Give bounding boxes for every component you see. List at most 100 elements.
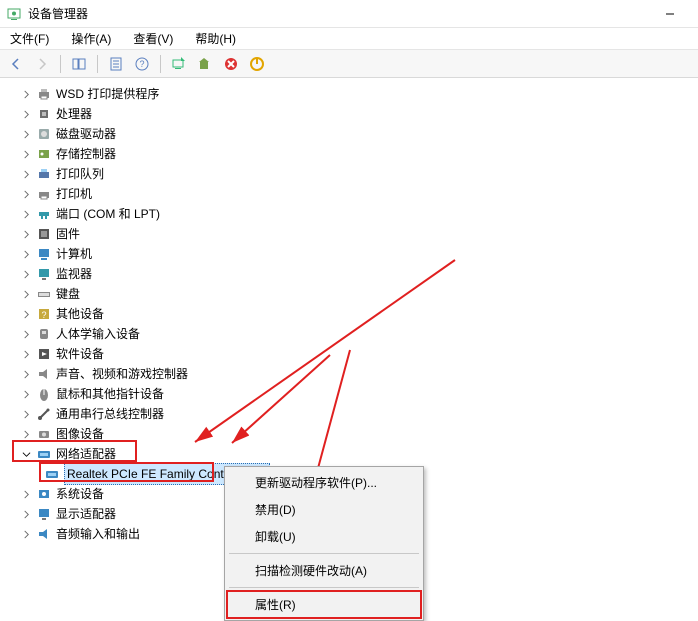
tree-node[interactable]: 固件 — [20, 224, 698, 244]
tree-node[interactable]: 存储控制器 — [20, 144, 698, 164]
chevron-right-icon[interactable] — [20, 528, 32, 540]
mouse-icon — [36, 386, 52, 402]
chevron-right-icon[interactable] — [20, 388, 32, 400]
toolbar-disable-button[interactable] — [245, 53, 269, 75]
tree-node-label: 声音、视频和游戏控制器 — [56, 364, 188, 384]
tree-node[interactable]: 端口 (COM 和 LPT) — [20, 204, 698, 224]
tree-node[interactable]: 打印机 — [20, 184, 698, 204]
tree-node[interactable]: 软件设备 — [20, 344, 698, 364]
computer-icon — [36, 246, 52, 262]
chevron-right-icon[interactable] — [20, 368, 32, 380]
toolbar-show-hide-button[interactable] — [67, 53, 91, 75]
tree-node[interactable]: ?其他设备 — [20, 304, 698, 324]
tree-node-label: 显示适配器 — [56, 504, 116, 524]
tree-node[interactable]: 鼠标和其他指针设备 — [20, 384, 698, 404]
chevron-right-icon[interactable] — [20, 268, 32, 280]
storage-icon — [36, 146, 52, 162]
toolbar-scan-button[interactable] — [167, 53, 191, 75]
toolbar: ? — [0, 50, 698, 78]
toolbar-properties-button[interactable] — [104, 53, 128, 75]
printqueue-icon — [36, 166, 52, 182]
toolbar-help-button[interactable]: ? — [130, 53, 154, 75]
tree-node[interactable]: 键盘 — [20, 284, 698, 304]
ctx-uninstall[interactable]: 卸载(U) — [227, 523, 421, 550]
app-icon — [6, 6, 22, 22]
chevron-right-icon[interactable] — [20, 88, 32, 100]
tree-node[interactable]: WSD 打印提供程序 — [20, 84, 698, 104]
tree-node-label: 鼠标和其他指针设备 — [56, 384, 164, 404]
menu-file[interactable]: 文件(F) — [6, 28, 53, 49]
tree-node-label: 其他设备 — [56, 304, 104, 324]
imaging-icon — [36, 426, 52, 442]
printer-icon — [36, 86, 52, 102]
tree-node[interactable]: 声音、视频和游戏控制器 — [20, 364, 698, 384]
chevron-right-icon[interactable] — [20, 188, 32, 200]
tree-node[interactable]: 人体学输入设备 — [20, 324, 698, 344]
toolbar-separator — [60, 55, 61, 73]
chevron-right-icon[interactable] — [20, 308, 32, 320]
toolbar-separator — [97, 55, 98, 73]
tree-node[interactable]: 磁盘驱动器 — [20, 124, 698, 144]
tree-node-label: 人体学输入设备 — [56, 324, 140, 344]
port-icon — [36, 206, 52, 222]
chevron-right-icon[interactable] — [20, 328, 32, 340]
toolbar-uninstall-button[interactable] — [219, 53, 243, 75]
cpu-icon — [36, 106, 52, 122]
menu-action[interactable]: 操作(A) — [67, 28, 115, 49]
tree-node-label: 音频输入和输出 — [56, 524, 140, 544]
toolbar-forward-button[interactable] — [30, 53, 54, 75]
tree-node[interactable]: 图像设备 — [20, 424, 698, 444]
chevron-right-icon[interactable] — [20, 108, 32, 120]
chevron-right-icon[interactable] — [20, 428, 32, 440]
display-icon — [36, 506, 52, 522]
tree-node-label: 软件设备 — [56, 344, 104, 364]
ctx-separator — [229, 587, 419, 588]
chevron-right-icon[interactable] — [20, 508, 32, 520]
tree-node-label: 网络适配器 — [56, 444, 116, 464]
chevron-right-icon[interactable] — [20, 288, 32, 300]
tree-node-label: 系统设备 — [56, 484, 104, 504]
chevron-right-icon[interactable] — [20, 148, 32, 160]
tree-node[interactable]: 打印队列 — [20, 164, 698, 184]
minimize-button[interactable] — [648, 0, 692, 28]
chevron-right-icon[interactable] — [20, 348, 32, 360]
audio-icon — [36, 366, 52, 382]
toolbar-separator — [160, 55, 161, 73]
chevron-right-icon[interactable] — [20, 208, 32, 220]
tree-node-label: WSD 打印提供程序 — [56, 84, 159, 104]
chevron-right-icon[interactable] — [20, 228, 32, 240]
chevron-right-icon[interactable] — [20, 168, 32, 180]
ctx-scan[interactable]: 扫描检测硬件改动(A) — [227, 557, 421, 584]
toolbar-back-button[interactable] — [4, 53, 28, 75]
ctx-disable[interactable]: 禁用(D) — [227, 496, 421, 523]
tree-node-network-adapter[interactable]: 网络适配器 — [20, 444, 698, 464]
tree-node-label: 固件 — [56, 224, 80, 244]
monitor-icon — [36, 266, 52, 282]
hid-icon — [36, 326, 52, 342]
context-menu: 更新驱动程序软件(P)... 禁用(D) 卸载(U) 扫描检测硬件改动(A) 属… — [224, 466, 424, 621]
chevron-right-icon[interactable] — [20, 248, 32, 260]
tree-node[interactable]: 通用串行总线控制器 — [20, 404, 698, 424]
chevron-right-icon[interactable] — [20, 408, 32, 420]
ctx-update-driver[interactable]: 更新驱动程序软件(P)... — [227, 469, 421, 496]
menu-bar: 文件(F) 操作(A) 查看(V) 帮助(H) — [0, 28, 698, 50]
tree-node[interactable]: 处理器 — [20, 104, 698, 124]
software-icon — [36, 346, 52, 362]
chevron-down-icon[interactable] — [20, 448, 32, 460]
keyboard-icon — [36, 286, 52, 302]
window-title: 设备管理器 — [28, 5, 88, 22]
menu-view[interactable]: 查看(V) — [129, 28, 177, 49]
chevron-right-icon[interactable] — [20, 488, 32, 500]
network-adapter-icon — [36, 446, 52, 462]
toolbar-update-button[interactable] — [193, 53, 217, 75]
tree-node[interactable]: 监视器 — [20, 264, 698, 284]
title-bar: 设备管理器 — [0, 0, 698, 28]
network-card-icon — [44, 466, 60, 482]
printer2-icon — [36, 186, 52, 202]
other-icon: ? — [36, 306, 52, 322]
chevron-right-icon[interactable] — [20, 128, 32, 140]
tree-node-label: 图像设备 — [56, 424, 104, 444]
tree-node[interactable]: 计算机 — [20, 244, 698, 264]
ctx-separator — [229, 553, 419, 554]
menu-help[interactable]: 帮助(H) — [191, 28, 240, 49]
